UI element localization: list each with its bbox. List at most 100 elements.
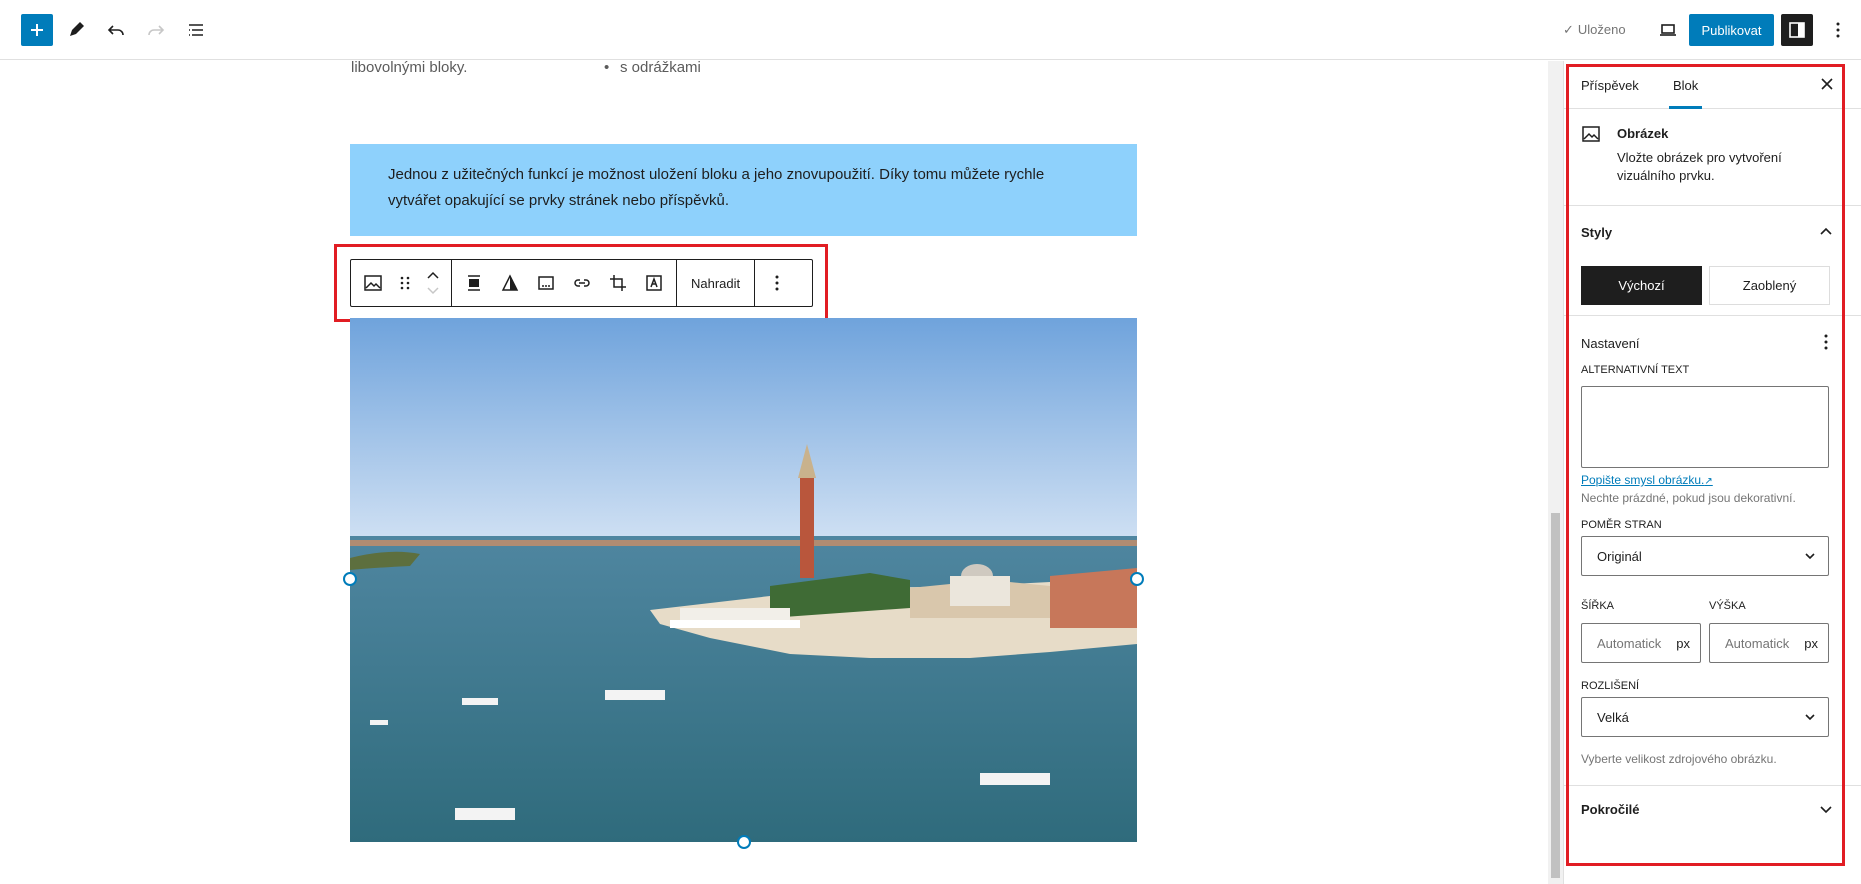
block-toolbar-group-replace: Nahradit: [677, 260, 756, 306]
block-card-description: Vložte obrázek pro vytvoření vizuálního …: [1617, 150, 1782, 183]
move-up-down-buttons[interactable]: [419, 260, 447, 306]
height-placeholder: Automatick: [1725, 635, 1790, 651]
crop-icon: [610, 275, 626, 291]
callout-paragraph[interactable]: Jednou z užitečných funkcí je možnost ul…: [350, 144, 1137, 236]
sidebar-icon: [1789, 22, 1805, 38]
chevron-down-icon: [1820, 806, 1832, 814]
block-card: Obrázek Vložte obrázek pro vytvoření viz…: [1564, 109, 1861, 206]
resize-handle-bottom[interactable]: [737, 835, 751, 849]
pencil-icon: [70, 22, 84, 36]
block-type-button[interactable]: [355, 260, 391, 306]
block-toolbar: Nahradit: [350, 259, 813, 307]
advanced-panel[interactable]: Pokročilé: [1564, 786, 1861, 836]
align-center-icon: [468, 275, 480, 291]
add-block-button[interactable]: [21, 14, 53, 46]
saved-label: Uloženo: [1577, 22, 1626, 37]
check-icon: ✓: [1563, 22, 1574, 37]
height-input[interactable]: Automatick px: [1709, 623, 1829, 663]
settings-options-button[interactable]: [1814, 330, 1838, 354]
resolution-value: Velká: [1597, 709, 1629, 725]
styles-panel: Styly Výchozí Zaoblený: [1564, 206, 1861, 316]
alt-text-label: ALTERNATIVNÍ TEXT: [1581, 364, 1690, 376]
resolution-label: ROZLIŠENÍ: [1581, 680, 1640, 692]
crop-button[interactable]: [600, 260, 636, 306]
caption-button[interactable]: [528, 260, 564, 306]
resize-handle-right[interactable]: [1130, 572, 1144, 586]
block-toolbar-group-tools: [452, 260, 677, 306]
style-default-option[interactable]: Výchozí: [1581, 266, 1702, 305]
link-button[interactable]: [564, 260, 600, 306]
settings-sidebar: Příspěvek Blok Obrázek Vložte obrázek pr…: [1563, 61, 1861, 884]
advanced-panel-title[interactable]: Pokročilé: [1581, 802, 1640, 817]
document-overview-button[interactable]: [178, 12, 214, 48]
chevron-up-icon: [1820, 227, 1832, 235]
previous-paragraph-text[interactable]: libovolnými bloky.: [351, 61, 467, 76]
aspect-ratio-label: POMĚR STRAN: [1581, 519, 1662, 531]
height-unit: px: [1804, 635, 1818, 651]
image-icon: [1581, 124, 1601, 149]
width-input[interactable]: Automatick px: [1581, 623, 1701, 663]
width-unit: px: [1676, 635, 1690, 651]
text-overlay-button[interactable]: [636, 260, 672, 306]
advanced-panel-toggle[interactable]: [1814, 798, 1838, 822]
chevron-down-icon: [1805, 714, 1815, 721]
redo-button[interactable]: [138, 12, 174, 48]
caption-icon: [538, 276, 554, 290]
plus-icon: [31, 24, 43, 36]
resize-handle-left[interactable]: [343, 572, 357, 586]
block-options-button[interactable]: [759, 260, 795, 306]
align-button[interactable]: [456, 260, 492, 306]
aspect-ratio-select[interactable]: Originál: [1581, 536, 1829, 576]
block-toolbar-group-parent: [351, 260, 452, 306]
more-vertical-icon: [1836, 22, 1840, 38]
alt-text-field[interactable]: [1581, 386, 1829, 468]
undo-button[interactable]: [98, 12, 134, 48]
styles-panel-title[interactable]: Styly: [1581, 225, 1612, 240]
scrollbar-thumb[interactable]: [1551, 513, 1560, 878]
undo-icon: [107, 25, 124, 36]
duotone-button[interactable]: [492, 260, 528, 306]
drag-handle-icon: [400, 276, 410, 290]
resolution-select[interactable]: Velká: [1581, 697, 1829, 737]
list-view-icon: [189, 24, 203, 36]
style-rounded-option[interactable]: Zaoblený: [1709, 266, 1830, 305]
duotone-icon: [501, 274, 519, 291]
more-vertical-icon: [775, 275, 779, 291]
image-icon: [364, 275, 382, 291]
close-sidebar-button[interactable]: [1815, 72, 1839, 96]
redo-icon: [148, 25, 165, 36]
publish-button[interactable]: Publikovat: [1689, 14, 1774, 46]
laptop-icon: [1660, 24, 1676, 36]
editor-header: ✓ Uloženo Publikovat: [0, 0, 1861, 60]
options-button[interactable]: [1820, 12, 1856, 48]
tab-block[interactable]: Blok: [1669, 61, 1702, 109]
alt-text-help-link-label: Popište smysl obrázku.: [1581, 473, 1705, 487]
canvas-scrollbar[interactable]: [1548, 61, 1563, 884]
width-label: ŠÍŘKA: [1581, 600, 1615, 612]
tools-button[interactable]: [58, 12, 94, 48]
settings-panel: Nastavení ALTERNATIVNÍ TEXT Popište smys…: [1564, 316, 1861, 786]
previous-list-item[interactable]: s odrážkami: [604, 61, 701, 76]
height-label: VÝŠKA: [1709, 600, 1746, 612]
settings-panel-title: Nastavení: [1581, 336, 1640, 351]
venice-photo: [350, 318, 1137, 842]
block-card-title: Obrázek: [1617, 126, 1669, 141]
saved-status: ✓ Uloženo: [1563, 22, 1626, 38]
link-icon: [574, 279, 590, 287]
more-vertical-icon: [1824, 334, 1828, 350]
preview-button[interactable]: [1650, 12, 1686, 48]
replace-button[interactable]: Nahradit: [681, 260, 750, 306]
alt-text-help-link[interactable]: Popište smysl obrázku.↗: [1581, 473, 1713, 487]
width-placeholder: Automatick: [1597, 635, 1662, 651]
text-over-image-icon: [646, 275, 662, 291]
styles-panel-toggle[interactable]: [1814, 219, 1838, 243]
aspect-ratio-value: Originál: [1597, 548, 1642, 564]
image-block[interactable]: [350, 318, 1137, 842]
drag-handle[interactable]: [391, 260, 419, 306]
external-link-icon: ↗: [1704, 476, 1713, 487]
chevron-down-icon: [1805, 553, 1815, 560]
sidebar-tabs: Příspěvek Blok: [1564, 61, 1861, 109]
close-icon: [1821, 78, 1833, 90]
tab-post[interactable]: Příspěvek: [1581, 61, 1639, 109]
settings-toggle-button[interactable]: [1781, 14, 1813, 46]
